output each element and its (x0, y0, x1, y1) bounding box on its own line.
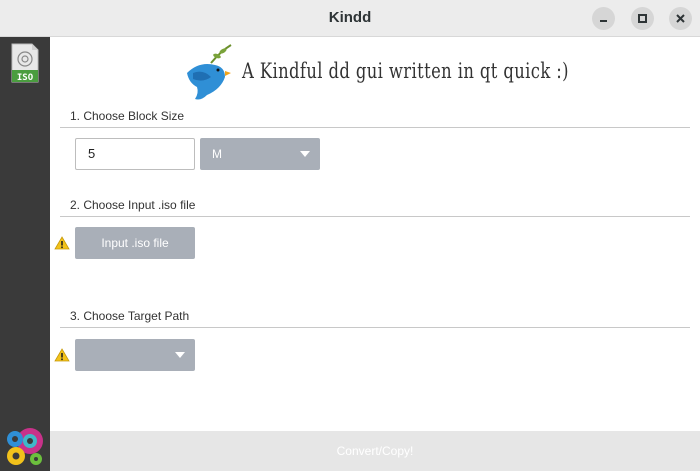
chevron-down-icon (175, 352, 185, 358)
settings-gears-icon[interactable] (4, 425, 46, 467)
warning-icon (54, 236, 70, 250)
input-iso-label: 2. Choose Input .iso file (70, 198, 196, 212)
maximize-button[interactable] (631, 7, 654, 30)
sidebar: ISO (0, 37, 50, 471)
convert-copy-button[interactable]: Convert/Copy! (50, 431, 700, 471)
close-button[interactable] (669, 7, 692, 30)
block-size-label: 1. Choose Block Size (70, 109, 185, 123)
minimize-button[interactable] (592, 7, 615, 30)
target-path-label: 3. Choose Target Path (70, 309, 190, 323)
main-panel: A Kindful dd gui written in qt quick :) … (50, 37, 700, 471)
section-divider (60, 127, 690, 128)
maximize-icon (638, 14, 647, 23)
section-divider (60, 327, 690, 328)
close-icon (676, 14, 685, 23)
unit-dropdown-value: M (212, 147, 222, 161)
block-size-unit-dropdown[interactable]: M (200, 138, 320, 170)
minimize-icon (600, 20, 607, 22)
iso-file-icon[interactable]: ISO (10, 43, 40, 83)
app-tagline: A Kindful dd gui written in qt quick :) (242, 59, 569, 83)
bird-logo-icon (187, 44, 232, 100)
warning-icon (54, 348, 70, 362)
title-bar: Kindd (0, 0, 700, 37)
iso-icon-label: ISO (17, 73, 34, 83)
block-size-input[interactable]: 5 (75, 138, 195, 170)
input-iso-button[interactable]: Input .iso file (75, 227, 195, 259)
target-path-dropdown[interactable] (75, 339, 195, 371)
section-divider (60, 216, 690, 217)
chevron-down-icon (300, 151, 310, 157)
